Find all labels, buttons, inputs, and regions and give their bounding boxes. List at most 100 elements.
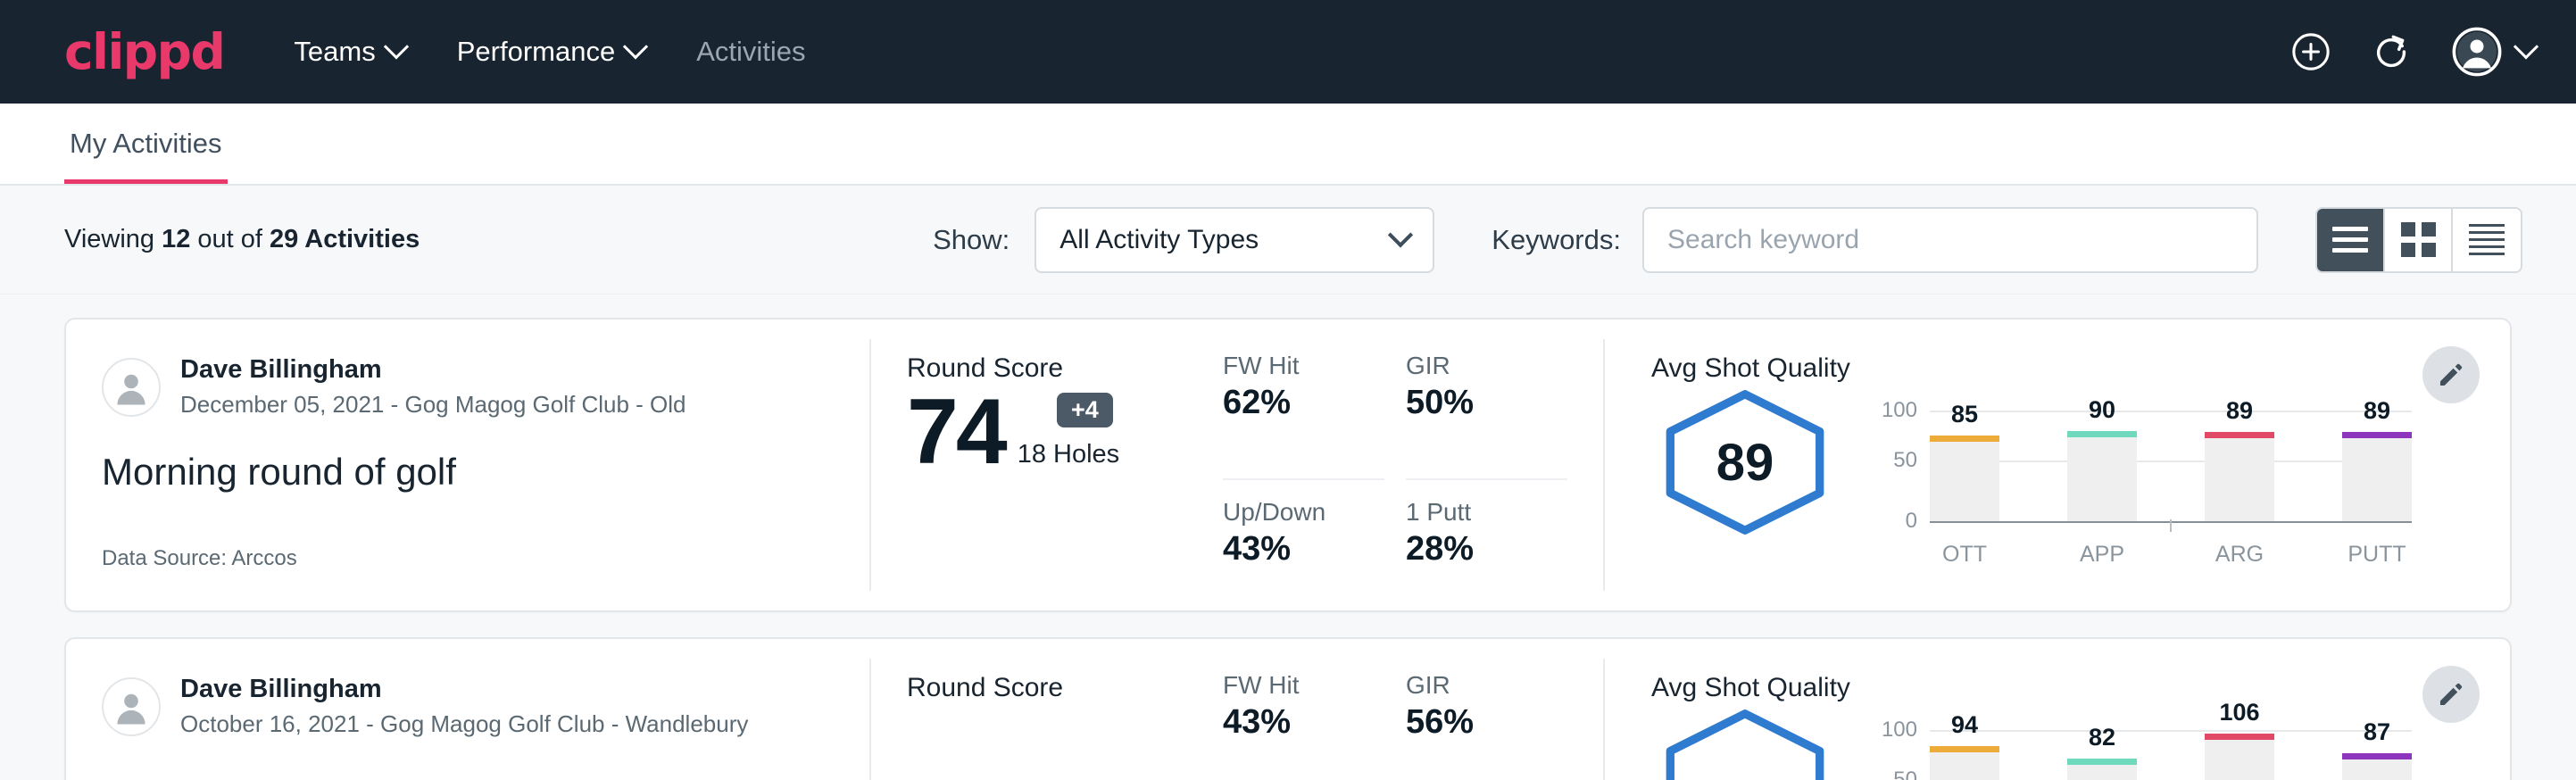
activity-meta: October 16, 2021 - Gog Magog Golf Club -… xyxy=(180,709,748,740)
bar-cap-arg xyxy=(2205,432,2274,438)
bar-value-app: 90 xyxy=(2089,396,2115,424)
activity-list: Dave Billingham December 05, 2021 - Gog … xyxy=(0,295,2576,780)
score-to-par-badge: +4 xyxy=(1057,393,1113,427)
bar-value-putt: 87 xyxy=(2364,718,2390,746)
bar-value-ott: 94 xyxy=(1951,711,1978,739)
chevron-down-icon xyxy=(1388,222,1413,247)
nav-item-teams[interactable]: Teams xyxy=(294,36,404,68)
person-icon xyxy=(108,684,154,730)
chevron-down-icon xyxy=(2514,34,2539,59)
avg-shot-quality-section: Avg Shot Quality 100 50 0 xyxy=(1605,639,2510,780)
x-label-arg: ARG xyxy=(2205,542,2274,568)
avg-shot-quality-section: Avg Shot Quality 89 100 50 0 xyxy=(1605,319,2510,610)
activity-info: Dave Billingham October 16, 2021 - Gog M… xyxy=(66,639,869,780)
bar-cap-app xyxy=(2067,431,2137,437)
quality-score: 89 xyxy=(1662,389,1828,535)
chart-bars: 94 82 xyxy=(1930,730,2412,780)
refresh-icon xyxy=(2371,31,2412,72)
activity-author: Dave Billingham December 05, 2021 - Gog … xyxy=(102,353,834,420)
avg-shot-quality-body: 89 100 50 0 85 xyxy=(1651,389,2412,568)
viewing-middle: out of xyxy=(190,225,270,253)
avatar xyxy=(102,358,161,417)
add-button[interactable] xyxy=(2290,31,2331,72)
x-label-app: APP xyxy=(2067,542,2137,568)
refresh-button[interactable] xyxy=(2371,31,2412,72)
round-score-label: Round Score xyxy=(907,673,1184,703)
activity-type-select-value: All Activity Types xyxy=(1059,225,1259,255)
activity-card[interactable]: Dave Billingham October 16, 2021 - Gog M… xyxy=(64,637,2512,780)
stat-one-putt-value: 28% xyxy=(1406,530,1550,568)
results-count: Viewing 12 out of 29 Activities xyxy=(64,225,420,254)
bar-cap-app xyxy=(2067,759,2137,765)
list-view-icon xyxy=(2332,227,2368,253)
account-circle-icon xyxy=(2451,26,2503,78)
view-mode-toggle xyxy=(2315,207,2522,273)
brand-logo[interactable]: clippd xyxy=(64,28,224,77)
bar-putt: 87 xyxy=(2342,730,2412,780)
y-tick-100: 100 xyxy=(1882,718,1917,743)
x-label-ott: OTT xyxy=(1930,542,1999,568)
holes-played: 18 Holes xyxy=(1018,440,1119,478)
viewing-total: 29 Activities xyxy=(270,225,420,253)
edit-activity-button[interactable] xyxy=(2422,666,2480,723)
stat-fw-hit-value: 62% xyxy=(1223,384,1367,422)
edit-activity-button[interactable] xyxy=(2422,346,2480,403)
account-button[interactable] xyxy=(2451,26,2535,78)
player-name: Dave Billingham xyxy=(180,353,686,386)
show-label: Show: xyxy=(933,224,1010,256)
quality-score xyxy=(1662,709,1828,780)
list-view-button[interactable] xyxy=(2317,209,2385,271)
activity-card[interactable]: Dave Billingham December 05, 2021 - Gog … xyxy=(64,318,2512,612)
avatar xyxy=(102,677,161,736)
quality-hexagon: 89 xyxy=(1651,389,1839,535)
bar-value-app: 82 xyxy=(2089,724,2115,751)
tab-my-activities[interactable]: My Activities xyxy=(64,128,228,184)
bar-cap-putt xyxy=(2342,432,2412,438)
avg-shot-quality-label: Avg Shot Quality xyxy=(1651,673,2412,703)
round-score-row: 74 +4 18 Holes xyxy=(907,387,1184,478)
y-tick-0: 0 xyxy=(1906,509,1917,534)
filter-toolbar: Viewing 12 out of 29 Activities Show: Al… xyxy=(0,186,2576,295)
keywords-label: Keywords: xyxy=(1492,224,1621,256)
search-field[interactable] xyxy=(1642,207,2258,273)
filter-controls: Show: All Activity Types Keywords: xyxy=(933,207,2522,273)
chart-x-labels: OTT APP ARG PUTT xyxy=(1930,542,2412,568)
bar-putt: 89 xyxy=(2342,411,2412,521)
nav-item-activities-label: Activities xyxy=(696,36,805,68)
plus-circle-icon xyxy=(2290,31,2331,72)
bar-cap-ott xyxy=(1930,746,1999,752)
bar-ott: 85 xyxy=(1930,411,1999,521)
search-input[interactable] xyxy=(1667,225,2233,255)
nav-item-performance-label: Performance xyxy=(457,36,615,68)
nav-item-teams-label: Teams xyxy=(294,36,375,68)
shot-quality-chart: 100 50 0 85 xyxy=(1866,389,2412,568)
avg-shot-quality-body: 100 50 0 94 xyxy=(1651,709,2412,780)
viewing-prefix: Viewing xyxy=(64,225,162,253)
stat-up-down: Up/Down 43% xyxy=(1223,480,1384,610)
nav-item-performance[interactable]: Performance xyxy=(457,36,644,68)
y-tick-50: 50 xyxy=(1893,768,1917,780)
grid-view-button[interactable] xyxy=(2385,209,2453,271)
stat-up-down-label: Up/Down xyxy=(1223,498,1367,527)
stat-fw-hit: FW Hit 43% xyxy=(1223,671,1384,780)
chart-plot-area: 100 50 0 85 xyxy=(1930,411,2412,521)
person-icon xyxy=(108,364,154,411)
nav-item-activities[interactable]: Activities xyxy=(696,36,805,68)
activity-type-select[interactable]: All Activity Types xyxy=(1035,207,1434,273)
round-stats-grid: FW Hit 43% GIR 56% xyxy=(1184,639,1603,780)
bar-cap-ott xyxy=(1930,436,1999,442)
page-tab-bar: My Activities xyxy=(0,104,2576,186)
stat-fw-hit-label: FW Hit xyxy=(1223,352,1367,380)
shot-quality-chart: 100 50 0 94 xyxy=(1866,709,2412,780)
data-source: Data Source: Arccos xyxy=(102,546,297,571)
stat-gir: GIR 50% xyxy=(1406,352,1567,480)
stat-gir-label: GIR xyxy=(1406,352,1550,380)
bar-cap-putt xyxy=(2342,753,2412,759)
compact-view-button[interactable] xyxy=(2453,209,2521,271)
bar-value-arg: 89 xyxy=(2226,397,2253,425)
top-navigation-bar: clippd Teams Performance Activities xyxy=(0,0,2576,104)
bar-arg: 106 xyxy=(2205,730,2274,780)
x-label-putt: PUTT xyxy=(2342,542,2412,568)
stat-fw-hit-label: FW Hit xyxy=(1223,671,1367,700)
bar-app: 90 xyxy=(2067,411,2137,521)
